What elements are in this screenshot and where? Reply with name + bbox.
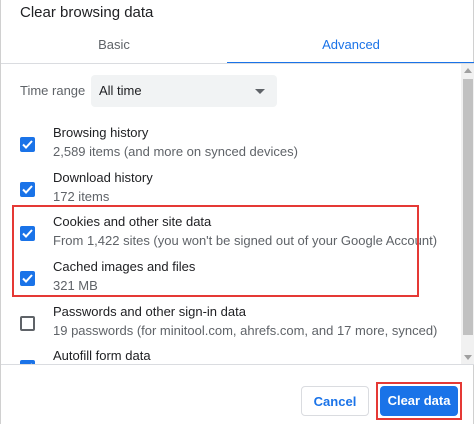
scroll-up-arrow-icon[interactable] bbox=[464, 68, 472, 73]
option-cookies: Cookies and other site data From 1,422 s… bbox=[1, 214, 461, 258]
option-browsing-history: Browsing history 2,589 items (and more o… bbox=[1, 125, 461, 169]
clear-data-button[interactable]: Clear data bbox=[380, 386, 458, 416]
tab-advanced-label: Advanced bbox=[322, 37, 380, 52]
option-label: Passwords and other sign-in data bbox=[53, 304, 246, 319]
option-description: 2,589 items (and more on synced devices) bbox=[53, 144, 298, 159]
tab-advanced[interactable]: Advanced bbox=[227, 30, 474, 64]
dropdown-arrow-icon bbox=[255, 89, 265, 94]
tab-basic[interactable]: Basic bbox=[1, 30, 227, 64]
option-autofill: Autofill form data bbox=[1, 348, 461, 364]
checkbox-passwords[interactable] bbox=[20, 316, 35, 331]
scrollbar-thumb[interactable] bbox=[463, 79, 473, 335]
footer-divider bbox=[1, 364, 474, 365]
options-list: Time range All time Browsing history 2,5… bbox=[1, 64, 461, 364]
tab-bar: Basic Advanced bbox=[1, 30, 474, 64]
time-range-value: All time bbox=[99, 83, 142, 98]
scroll-down-arrow-icon[interactable] bbox=[464, 355, 472, 360]
option-description: 19 passwords (for minitool.com, ahrefs.c… bbox=[53, 323, 438, 338]
option-label: Cookies and other site data bbox=[53, 214, 212, 229]
option-label: Autofill form data bbox=[53, 348, 151, 363]
checkmark-icon bbox=[22, 229, 33, 238]
option-description: From 1,422 sites (you won't be signed ou… bbox=[53, 233, 438, 248]
time-range-label: Time range bbox=[20, 83, 86, 98]
option-label: Browsing history bbox=[53, 125, 149, 140]
option-description: 172 items bbox=[53, 189, 110, 204]
checkbox-cached-images[interactable] bbox=[20, 271, 35, 286]
option-description: 321 MB bbox=[53, 278, 98, 293]
option-label: Download history bbox=[53, 170, 153, 185]
option-cached-images: Cached images and files 321 MB bbox=[1, 259, 461, 303]
time-range-select[interactable]: All time bbox=[91, 75, 277, 107]
checkmark-icon bbox=[22, 185, 33, 194]
checkbox-browsing-history[interactable] bbox=[20, 137, 35, 152]
scrollbar[interactable] bbox=[461, 64, 474, 364]
option-download-history: Download history 172 items bbox=[1, 170, 461, 214]
checkmark-icon bbox=[22, 274, 33, 283]
checkbox-download-history[interactable] bbox=[20, 182, 35, 197]
dialog-title: Clear browsing data bbox=[20, 4, 154, 21]
checkbox-cookies[interactable] bbox=[20, 226, 35, 241]
option-passwords: Passwords and other sign-in data 19 pass… bbox=[1, 304, 461, 348]
checkmark-icon bbox=[22, 140, 33, 149]
clear-browsing-data-dialog: Clear browsing data Basic Advanced Time … bbox=[0, 0, 474, 424]
cancel-button[interactable]: Cancel bbox=[301, 386, 369, 416]
option-label: Cached images and files bbox=[53, 259, 196, 274]
